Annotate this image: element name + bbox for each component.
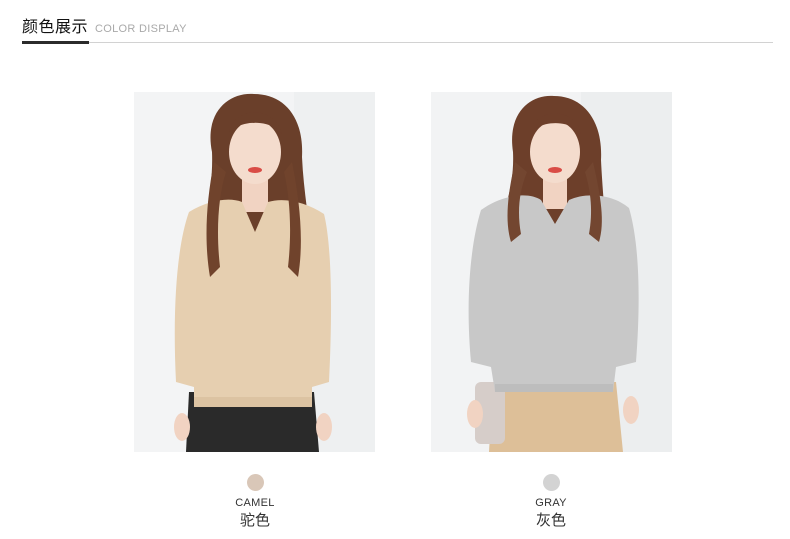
color-swatch-gray[interactable]: [543, 474, 560, 491]
color-name-en-camel: CAMEL: [235, 497, 275, 509]
section-subtitle: COLOR DISPLAY: [95, 23, 187, 35]
color-name-cn-camel: 驼色: [239, 511, 270, 529]
color-swatch-camel[interactable]: [247, 474, 264, 491]
header-accent-bar: [22, 41, 89, 44]
section-header: 颜色展示 COLOR DISPLAY: [0, 0, 790, 50]
color-name-en-gray: GRAY: [535, 497, 567, 509]
product-photo-gray: [431, 92, 672, 452]
section-title: 颜色展示: [22, 17, 89, 36]
product-photo-camel: [134, 92, 375, 452]
header-divider: [22, 42, 773, 43]
color-name-cn-gray: 灰色: [535, 511, 566, 529]
